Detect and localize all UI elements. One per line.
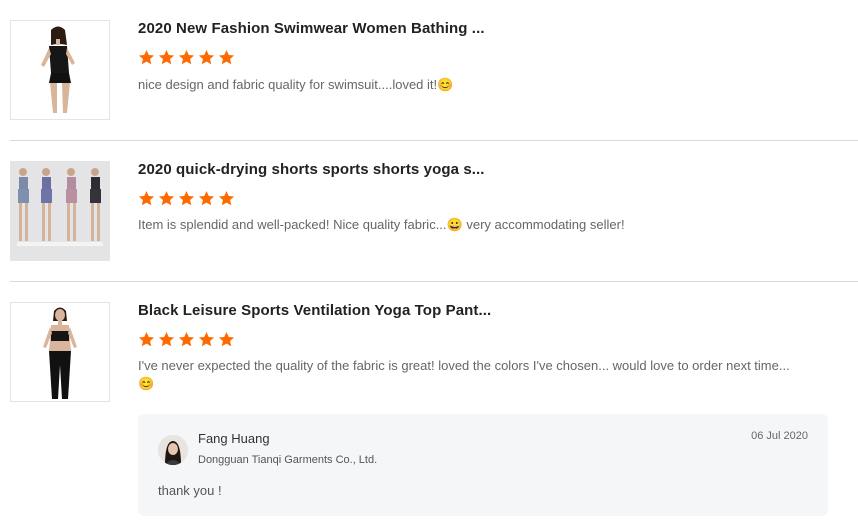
seller-avatar-image [158, 435, 188, 465]
star-icon [158, 50, 175, 65]
star-icon [138, 191, 155, 206]
star-icon [178, 191, 195, 206]
product-thumbnail[interactable] [10, 161, 110, 261]
star-icon [178, 50, 195, 65]
review-item: Black Leisure Sports Ventilation Yoga To… [10, 302, 858, 402]
star-icon [158, 332, 175, 347]
star-icon [198, 332, 215, 347]
review-comment: Item is splendid and well-packed! Nice q… [138, 217, 625, 232]
yoga-set-image [11, 303, 109, 401]
product-title[interactable]: 2020 quick-drying shorts sports shorts y… [138, 161, 485, 178]
divider [10, 140, 858, 141]
star-icon [218, 191, 235, 206]
review-comment: nice design and fabric quality for swims… [138, 77, 454, 92]
yoga-shorts-image [11, 162, 109, 260]
star-icon [138, 332, 155, 347]
product-title[interactable]: Black Leisure Sports Ventilation Yoga To… [138, 302, 491, 319]
review-item: 2020 New Fashion Swimwear Women Bathing … [10, 20, 858, 120]
star-icon [138, 50, 155, 65]
star-icon [198, 191, 215, 206]
star-icon [218, 332, 235, 347]
reply-date: 06 Jul 2020 [751, 430, 808, 442]
rating-stars [138, 49, 235, 66]
review-comment: I've never expected the quality of the f… [138, 358, 790, 391]
star-icon [158, 191, 175, 206]
product-thumbnail[interactable] [10, 302, 110, 402]
star-icon [218, 50, 235, 65]
avatar [158, 435, 188, 465]
divider [10, 281, 858, 282]
reply-text: thank you ! [158, 483, 222, 498]
rating-stars [138, 331, 235, 348]
product-title[interactable]: 2020 New Fashion Swimwear Women Bathing … [138, 20, 485, 37]
star-icon [198, 50, 215, 65]
swimwear-image [11, 21, 109, 119]
product-thumbnail[interactable] [10, 20, 110, 120]
seller-name: Fang Huang [198, 431, 270, 446]
star-icon [178, 332, 195, 347]
rating-stars [138, 190, 235, 207]
review-item: 2020 quick-drying shorts sports shorts y… [10, 161, 858, 261]
seller-company[interactable]: Dongguan Tianqi Garments Co., Ltd. [198, 454, 377, 466]
seller-reply: Fang Huang Dongguan Tianqi Garments Co.,… [138, 414, 828, 516]
